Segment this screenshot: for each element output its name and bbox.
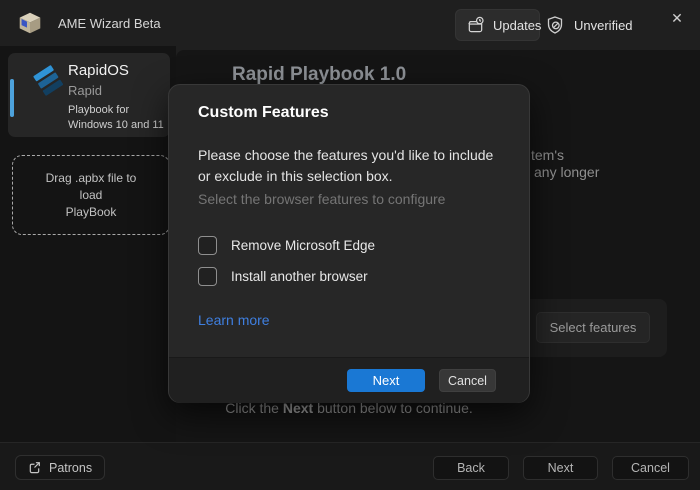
custom-features-dialog: Custom Features Please choose the featur… (168, 84, 530, 403)
dialog-cancel-button[interactable]: Cancel (439, 369, 496, 392)
paragraph-fragment: any longer (534, 164, 600, 180)
playbook-description: Playbook for Windows 10 and 11 (68, 104, 164, 131)
back-button[interactable]: Back (433, 456, 509, 480)
shield-slash-icon (545, 15, 565, 35)
playbook-drop-zone[interactable]: Drag .apbx file to load PlayBook (12, 155, 170, 235)
titlebar: AME Wizard Beta Updates Unverified ✕ (0, 0, 700, 46)
next-button[interactable]: Next (523, 456, 598, 480)
unverified-label: Unverified (574, 17, 633, 33)
footer-bar: Patrons Back Next Cancel (0, 442, 700, 490)
checkbox-label: Remove Microsoft Edge (231, 238, 376, 253)
playbook-card-rapidos[interactable]: RapidOS Rapid Playbook for Windows 10 an… (8, 53, 170, 137)
updates-button[interactable]: Updates (455, 9, 542, 41)
dialog-next-button[interactable]: Next (347, 369, 425, 392)
dialog-description: Please choose the features you'd like to… (198, 145, 493, 187)
checkbox-label: Install another browser (231, 269, 368, 284)
selected-accent-bar (10, 79, 14, 117)
page-title: Rapid Playbook 1.0 (232, 64, 407, 85)
select-features-button[interactable]: Select features (536, 312, 650, 343)
updates-label: Updates (493, 17, 542, 33)
checkbox-install-browser[interactable] (198, 267, 217, 286)
learn-more-link[interactable]: Learn more (198, 312, 270, 328)
rapidos-logo-icon (33, 65, 63, 97)
app-window: AME Wizard Beta Updates Unverified ✕ Rap… (0, 0, 700, 490)
playbook-title: RapidOS (68, 62, 129, 79)
dialog-footer: Next Cancel (169, 357, 529, 403)
patrons-button[interactable]: Patrons (15, 455, 106, 480)
drop-zone-text: PlayBook (65, 204, 117, 219)
cancel-button[interactable]: Cancel (612, 456, 689, 480)
app-title: AME Wizard Beta (58, 16, 161, 31)
drop-zone-text: load (79, 187, 103, 202)
checkbox-row-remove-edge[interactable]: Remove Microsoft Edge (198, 236, 375, 255)
dialog-title: Custom Features (198, 104, 329, 121)
patrons-label: Patrons (49, 460, 93, 475)
dialog-description-line: Please choose the features you'd like to… (198, 147, 494, 163)
app-package-icon (17, 10, 43, 36)
close-window-button[interactable]: ✕ (664, 5, 690, 31)
dialog-description-line: or exclude in this selection box. (198, 168, 393, 184)
checkbox-remove-edge[interactable] (198, 236, 217, 255)
dialog-hint: Select the browser features to configure (198, 191, 446, 207)
paragraph-fragment: tem's (531, 147, 565, 163)
updates-icon (466, 16, 485, 35)
external-link-icon (28, 461, 41, 474)
unverified-button[interactable]: Unverified (545, 9, 633, 41)
drop-zone-text: Drag .apbx file to (45, 170, 137, 185)
sidebar: RapidOS Rapid Playbook for Windows 10 an… (0, 46, 176, 442)
checkbox-row-install-browser[interactable]: Install another browser (198, 267, 368, 286)
playbook-subtitle: Rapid (68, 83, 102, 98)
